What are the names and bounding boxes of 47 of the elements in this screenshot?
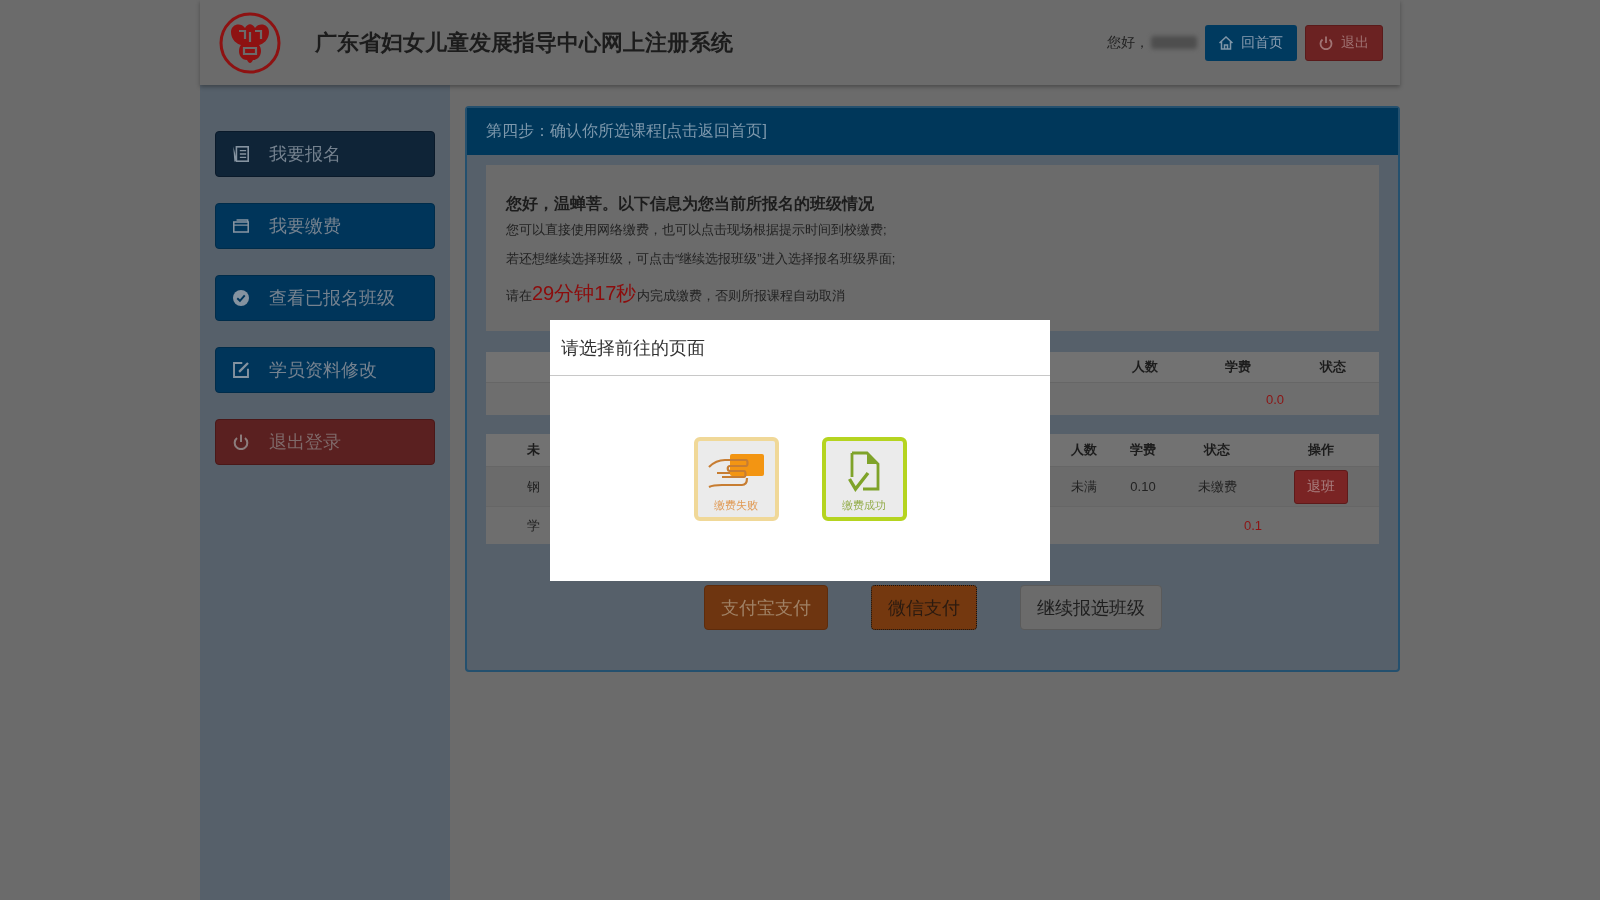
table-header-cell-text: 学费 — [1129, 441, 1157, 459]
table-header-cell-text: 操作 — [1306, 441, 1335, 459]
payment-failed-button[interactable]: 缴费失败 — [693, 437, 779, 521]
total-fee-cell-text: 0.1 — [1242, 518, 1264, 533]
notice-text: 若还想继续选择班级，可点击“继续选报班级”进入选择报名班级界面; — [506, 250, 897, 268]
table-cell-text: 未满 — [1070, 477, 1098, 496]
step-title[interactable]: 第四步：确认你所选课程[点击返回首页] — [486, 121, 767, 142]
house-icon — [1219, 35, 1233, 50]
action-button[interactable]: 支付宝支付 — [703, 585, 828, 630]
table-cell-text: 0.10 — [1129, 479, 1157, 494]
table-cell: 钢 — [527, 478, 540, 494]
sidebar-item[interactable]: 退出登录 — [215, 419, 435, 465]
notebook-icon — [233, 146, 249, 162]
table-header-cell-text: 学费 — [1224, 358, 1252, 376]
countdown-text: 请在29分钟17秒内完成缴费，否则所报课程自动取消 — [506, 281, 846, 306]
table-header-cell: 未 — [527, 442, 540, 457]
table-header-cell-text: 人数 — [1131, 358, 1159, 376]
sidebar-item[interactable]: 我要缴费 — [215, 203, 435, 249]
action-button[interactable]: 继续报选班级 — [1019, 585, 1162, 630]
check-circle-icon — [233, 290, 249, 306]
site-title: 广东省妇女儿童发展指导中心网上注册系统 — [315, 28, 733, 57]
withdraw-button[interactable]: 退班 — [1293, 469, 1348, 504]
logout-button[interactable]: 退出 — [1305, 24, 1383, 61]
payment-success-button[interactable]: 缴费成功 — [821, 437, 907, 521]
total-fee-cell-text: 0.0 — [1264, 391, 1286, 407]
greeting-text: 您好， — [1107, 33, 1149, 52]
table-header-cell-text: 人数 — [1070, 441, 1098, 459]
document-check-icon — [848, 451, 880, 492]
hand-card-icon — [707, 453, 765, 490]
action-button[interactable]: 微信支付 — [870, 585, 977, 630]
blur-patch — [1151, 36, 1197, 49]
power-icon — [1319, 35, 1333, 50]
sidebar-item[interactable]: 查看已报名班级 — [215, 275, 435, 321]
table-cell-text: 未缴费 — [1196, 477, 1238, 496]
home-button[interactable]: 回首页 — [1205, 24, 1297, 61]
emblem-icon — [219, 11, 281, 74]
table-header-cell-text: 状态 — [1318, 358, 1347, 376]
table-header-cell-text: 状态 — [1202, 441, 1231, 459]
power-icon — [233, 434, 249, 450]
sidebar-item[interactable]: 我要报名 — [215, 131, 435, 177]
sidebar-item[interactable]: 学员资料修改 — [215, 347, 435, 393]
table-cell: 学 — [527, 517, 540, 533]
card-icon — [233, 218, 249, 234]
notice-text: 您可以直接使用网络缴费，也可以点击现场根据提示时间到校缴费; — [506, 221, 888, 239]
edit-square-icon — [233, 362, 249, 378]
notice-heading: 您好，温蝉菩。以下信息为您当前所报名的班级情况 — [506, 194, 875, 214]
modal-title: 请选择前往的页面 — [550, 320, 1050, 376]
